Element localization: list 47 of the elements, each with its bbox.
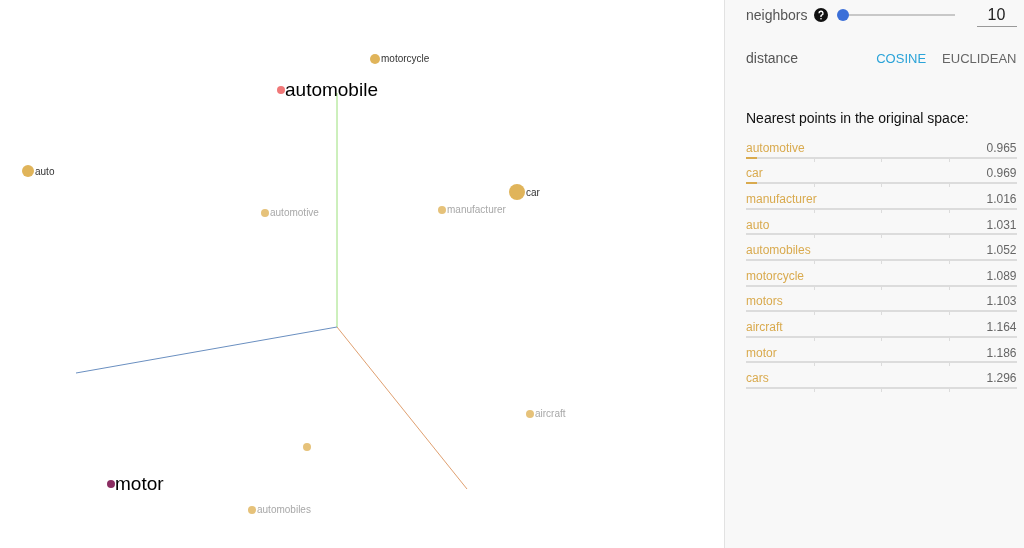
point-marker[interactable] <box>107 480 115 488</box>
distance-value: 0.965 <box>986 140 1017 155</box>
neighbor-link[interactable]: manufacturer <box>746 192 817 206</box>
distance-value: 1.089 <box>986 268 1017 283</box>
point-label: car <box>526 186 540 198</box>
point-marker[interactable] <box>248 505 256 514</box>
distance-value: 1.186 <box>986 345 1017 360</box>
distance-option[interactable]: EUCLIDEAN <box>942 50 1017 66</box>
neighbor-link[interactable]: aircraft <box>746 319 783 334</box>
neighbor-link[interactable]: motor <box>746 345 777 360</box>
neighbors-input[interactable]: 10 <box>976 3 1017 27</box>
neighbor-link[interactable]: motors <box>746 294 783 309</box>
help-icon[interactable] <box>813 8 828 22</box>
point-marker[interactable] <box>509 184 525 200</box>
point-label: automobile <box>285 79 378 101</box>
neighbors-label: neighbors <box>746 7 808 23</box>
point-marker[interactable] <box>277 86 285 94</box>
point-label: motor <box>115 473 164 495</box>
distance-value: 0.969 <box>986 166 1017 181</box>
point-label: motorcycle <box>381 53 430 64</box>
point-marker[interactable] <box>303 443 311 451</box>
neighbor-link[interactable]: cars <box>746 371 769 386</box>
neighbor-link[interactable]: automobiles <box>746 243 811 258</box>
point-marker[interactable] <box>261 208 269 217</box>
slider-thumb[interactable] <box>836 9 849 21</box>
distance-value: 1.103 <box>986 294 1017 309</box>
distance-value: 1.296 <box>986 371 1017 386</box>
distance-value: 1.016 <box>986 192 1017 206</box>
distance-option[interactable]: COSINE <box>876 50 927 66</box>
point-label: aircraft <box>535 408 566 419</box>
point-marker[interactable] <box>370 53 380 64</box>
point-label: auto <box>35 165 55 177</box>
distance-value: 1.164 <box>986 319 1017 334</box>
distance-value: 1.052 <box>986 243 1017 258</box>
distance-label: distance <box>746 50 799 66</box>
neighbor-link[interactable]: automotive <box>746 140 805 155</box>
point-label: automotive <box>270 207 319 218</box>
neighbor-link[interactable]: auto <box>746 217 770 232</box>
distance-value: 1.031 <box>986 217 1017 232</box>
neighbor-link[interactable]: motorcycle <box>746 268 804 283</box>
point-label: automobiles <box>257 504 311 515</box>
point-marker[interactable] <box>438 205 446 214</box>
point-marker[interactable] <box>22 165 34 177</box>
neighbor-link[interactable]: car <box>746 166 763 181</box>
point-marker[interactable] <box>526 409 534 418</box>
section-heading: Nearest points in the original space: <box>746 110 970 126</box>
point-label: manufacturer <box>447 204 506 215</box>
